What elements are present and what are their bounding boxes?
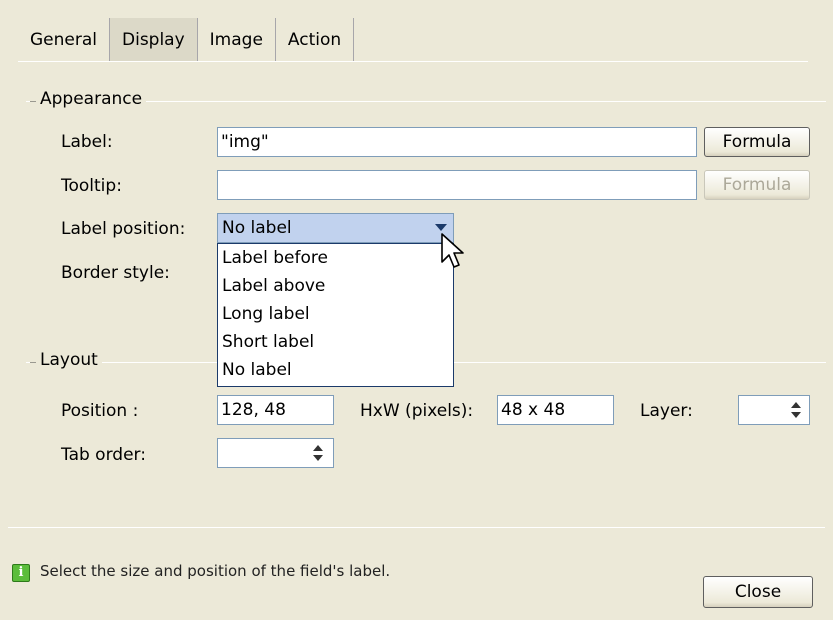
dropdown-option-long-label[interactable]: Long label — [218, 300, 453, 328]
label-input[interactable]: "img" — [217, 127, 697, 157]
tab-divider — [18, 61, 808, 62]
tab-order-spinner[interactable] — [217, 438, 334, 468]
dropdown-option-label-before[interactable]: Label before — [218, 244, 453, 272]
hxw-input[interactable]: 48 x 48 — [497, 395, 614, 425]
hxw-label: HxW (pixels): — [360, 401, 474, 421]
label-position-select[interactable]: No label — [217, 213, 454, 243]
label-position-value: No label — [222, 218, 292, 238]
layer-spinner[interactable] — [738, 395, 810, 425]
dropdown-option-short-label[interactable]: Short label — [218, 328, 453, 356]
label-position-label: Label position: — [61, 219, 186, 239]
tab-general[interactable]: General — [18, 18, 110, 62]
tab-order-label: Tab order: — [61, 445, 146, 465]
layer-label: Layer: — [640, 401, 693, 421]
dropdown-option-label-above[interactable]: Label above — [218, 272, 453, 300]
chevron-down-icon[interactable] — [435, 224, 447, 231]
tooltip-formula-button[interactable]: Formula — [704, 170, 810, 200]
tooltip-input[interactable] — [217, 170, 697, 200]
tab-display[interactable]: Display — [110, 18, 198, 62]
tab-action[interactable]: Action — [276, 18, 355, 62]
appearance-legend: Appearance — [36, 89, 147, 109]
spinner-arrows-icon[interactable] — [791, 402, 801, 418]
label-formula-button[interactable]: Formula — [704, 127, 810, 157]
mouse-pointer-icon — [441, 233, 464, 268]
border-style-label: Border style: — [61, 263, 170, 283]
tab-image[interactable]: Image — [198, 18, 276, 62]
info-icon: i — [12, 564, 30, 582]
status-divider — [8, 527, 825, 528]
close-button[interactable]: Close — [703, 576, 813, 608]
position-label: Position : — [61, 401, 139, 421]
field-properties-dialog: General Display Image Action Appearance … — [0, 0, 833, 620]
dropdown-option-no-label[interactable]: No label — [218, 356, 453, 384]
layout-legend: Layout — [36, 350, 102, 370]
tab-strip: General Display Image Action — [18, 18, 355, 62]
label-field-label: Label: — [61, 132, 113, 152]
status-text: Select the size and position of the fiel… — [40, 562, 391, 580]
spinner-arrows-icon[interactable] — [313, 445, 323, 461]
tooltip-field-label: Tooltip: — [61, 176, 122, 196]
label-position-dropdown: Label before Label above Long label Shor… — [217, 243, 454, 387]
position-input[interactable]: 128, 48 — [217, 395, 334, 425]
